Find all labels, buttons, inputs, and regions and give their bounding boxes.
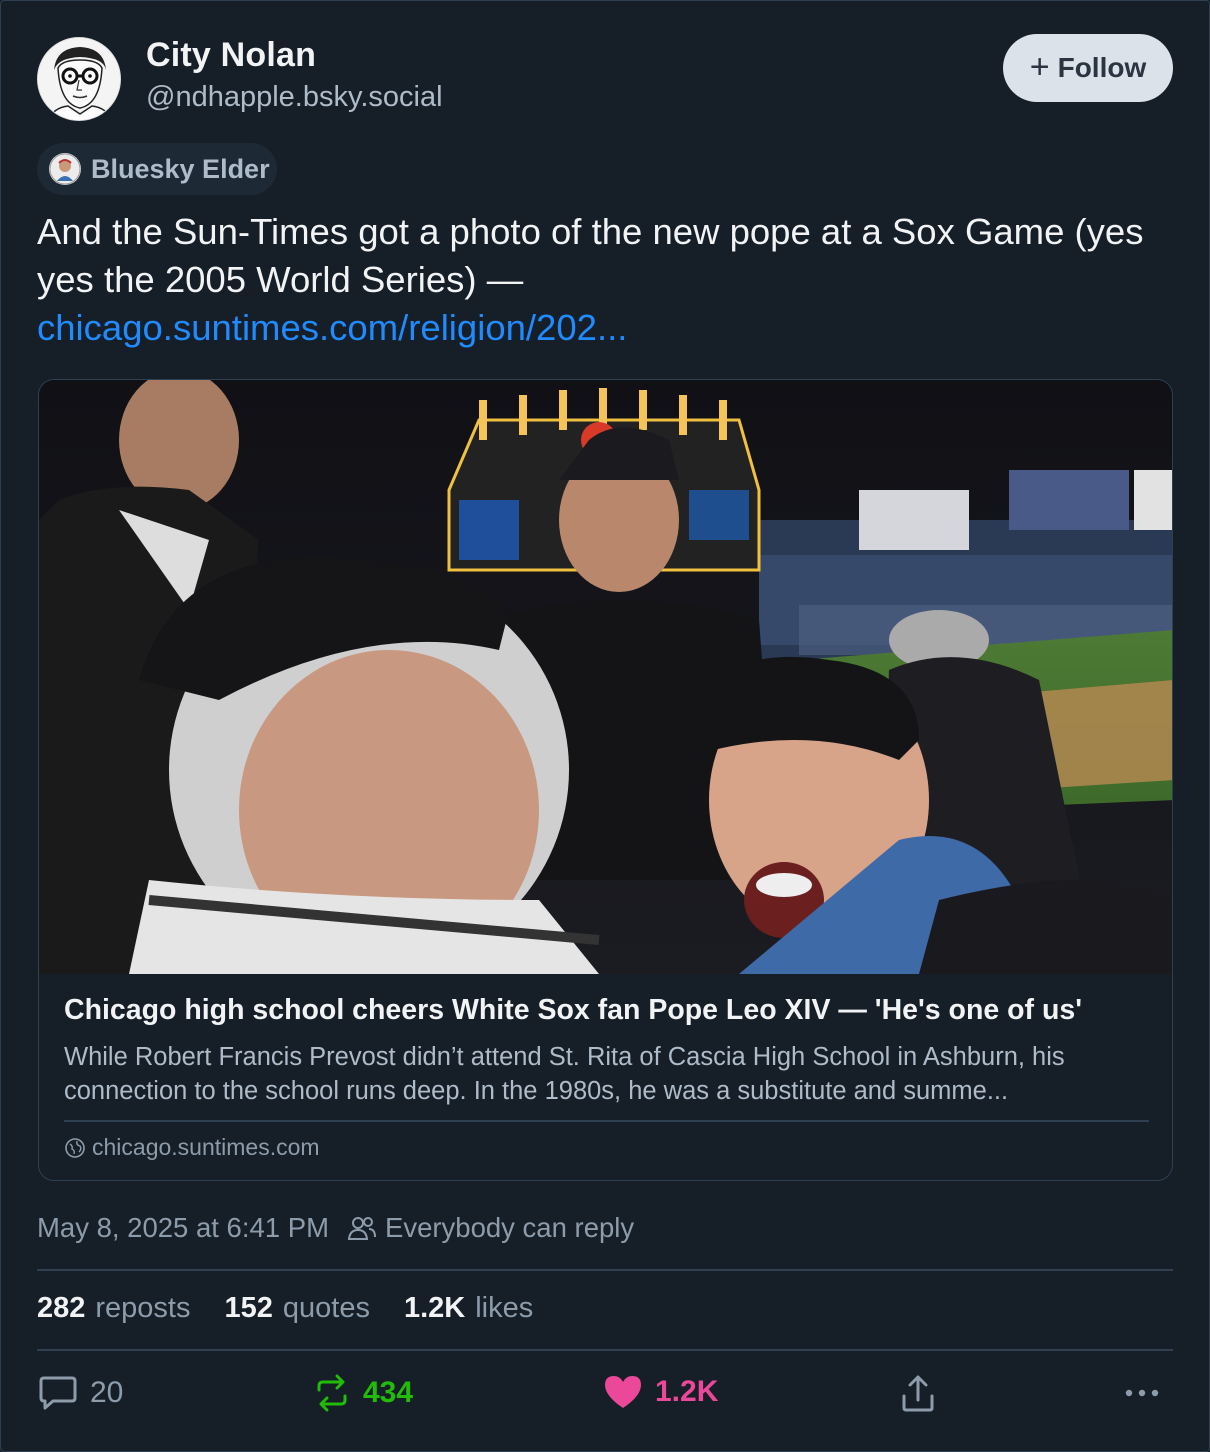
reposts-stat[interactable]: 282 reposts <box>37 1292 191 1325</box>
post-body: And the Sun-Times got a photo of the new… <box>37 211 1144 300</box>
post-timestamp: May 8, 2025 at 6:41 PM <box>37 1212 329 1243</box>
badge-icon <box>49 153 81 185</box>
like-button[interactable]: 1.2K <box>603 1374 718 1410</box>
card-thumbnail-image <box>39 380 1172 974</box>
reply-count: 20 <box>90 1376 124 1409</box>
reply-button[interactable]: 20 <box>38 1374 123 1412</box>
author-avatar[interactable] <box>37 37 121 121</box>
avatar-portrait-icon <box>38 38 120 120</box>
repost-count: 434 <box>363 1376 414 1409</box>
card-description: While Robert Francis Prevost didn’t atte… <box>64 1043 1065 1105</box>
ellipsis-icon <box>1125 1389 1159 1397</box>
post-meta: May 8, 2025 at 6:41 PM Everybody can rep… <box>37 1212 634 1244</box>
post-text: And the Sun-Times got a photo of the new… <box>37 208 1177 352</box>
more-options-button[interactable] <box>1124 1388 1160 1398</box>
plus-icon: + <box>1029 47 1050 86</box>
card-domain-text: chicago.suntimes.com <box>92 1134 320 1160</box>
repost-icon <box>317 1374 347 1412</box>
share-button[interactable] <box>899 1374 937 1414</box>
share-icon <box>902 1375 934 1412</box>
card-divider <box>64 1120 1149 1122</box>
post-link[interactable]: chicago.suntimes.com/religion/202... <box>37 304 1177 352</box>
author-handle[interactable]: @ndhapple.bsky.social <box>146 81 443 114</box>
comment-icon <box>39 1376 77 1410</box>
people-icon <box>347 1217 376 1240</box>
card-domain: chicago.suntimes.com <box>64 1134 320 1161</box>
divider <box>37 1349 1173 1351</box>
divider <box>37 1269 1173 1271</box>
like-count: 1.2K <box>655 1375 719 1408</box>
follow-button-label: Follow <box>1057 52 1147 83</box>
repost-button[interactable]: 434 <box>313 1374 413 1412</box>
author-display-name[interactable]: City Nolan <box>146 36 316 75</box>
follow-button[interactable]: + Follow <box>1003 34 1173 102</box>
likes-stat[interactable]: 1.2K likes <box>404 1292 533 1325</box>
reply-setting: Everybody can reply <box>347 1212 634 1244</box>
verification-badge[interactable]: Bluesky Elder <box>37 143 277 195</box>
heart-icon <box>605 1376 641 1408</box>
badge-label: Bluesky Elder <box>91 153 270 184</box>
reply-setting-label: Everybody can reply <box>384 1212 635 1243</box>
engagement-stats: 282 reposts 152 quotes 1.2K likes <box>37 1292 533 1325</box>
quotes-stat[interactable]: 152 quotes <box>225 1292 370 1325</box>
globe-icon <box>65 1137 85 1158</box>
link-preview-card[interactable]: Chicago high school cheers White Sox fan… <box>38 379 1173 1181</box>
card-title: Chicago high school cheers White Sox fan… <box>64 994 1082 1026</box>
